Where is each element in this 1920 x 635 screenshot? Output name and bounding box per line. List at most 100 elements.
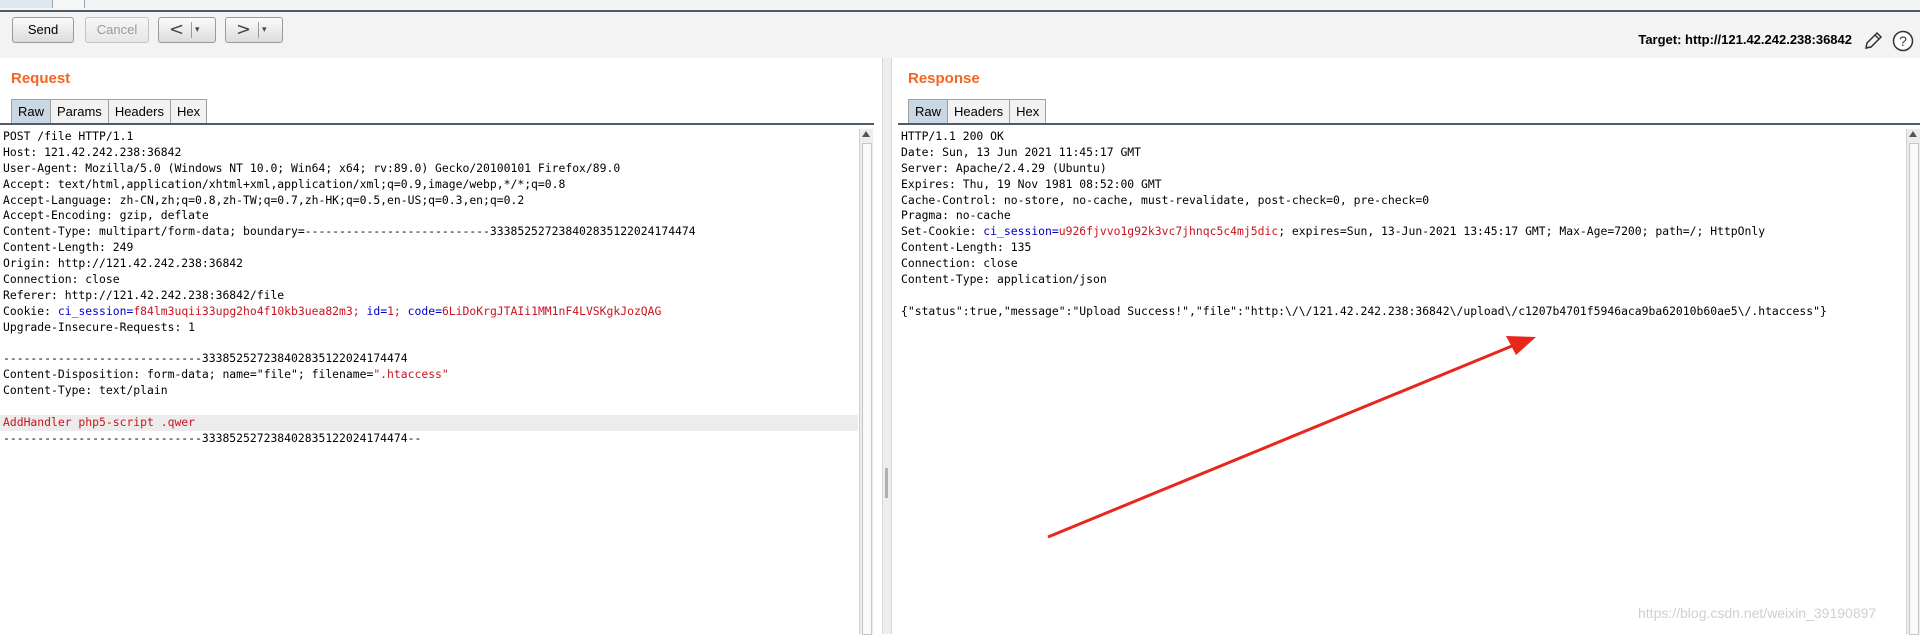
response-scrollbar[interactable] bbox=[1906, 129, 1920, 635]
response-line: Set-Cookie: ci_session=u926fjvvo1g92k3vc… bbox=[898, 224, 1906, 240]
request-line: POST /file HTTP/1.1 bbox=[0, 129, 858, 145]
request-line: Content-Type: multipart/form-data; bound… bbox=[0, 224, 858, 240]
request-line: -----------------------------33385252723… bbox=[0, 431, 858, 447]
code-token: Content-Type: multipart/form-data; bound… bbox=[3, 224, 696, 239]
toolbar bbox=[0, 12, 1920, 58]
request-tab-params[interactable]: Params bbox=[50, 99, 109, 123]
code-token: -----------------------------33385252723… bbox=[3, 351, 408, 366]
top-tab[interactable] bbox=[54, 0, 85, 8]
code-token: Content-Type: application/json bbox=[901, 272, 1107, 287]
request-tab-hex[interactable]: Hex bbox=[169, 99, 208, 123]
scroll-up-icon[interactable] bbox=[1909, 131, 1917, 137]
code-token: User-Agent: Mozilla/5.0 (Windows NT 10.0… bbox=[3, 160, 621, 175]
response-editor[interactable]: HTTP/1.1 200 OK Date: Sun, 13 Jun 2021 11… bbox=[898, 129, 1906, 634]
response-tab-underline bbox=[898, 123, 1920, 125]
response-line: Cache-Control: no-store, no-cache, must-… bbox=[898, 193, 1906, 209]
code-token: Content-Type: text/plain bbox=[3, 383, 168, 398]
code-token: 1 bbox=[387, 303, 394, 318]
request-line: Content-Length: 249 bbox=[0, 240, 858, 256]
request-line: AddHandler php5-script .qwer bbox=[0, 415, 858, 431]
code-token: ; bbox=[393, 303, 408, 318]
code-token: 6LiDoKrgJTAIi1MM1nF4LVSKgkJozQAG bbox=[441, 303, 662, 318]
code-token: Origin: http://121.42.242.238:36842 bbox=[3, 256, 244, 271]
code-token: AddHandler php5-script .qwer bbox=[3, 415, 196, 430]
request-tab-raw[interactable]: Raw bbox=[11, 99, 52, 123]
code-token: Pragma: no-cache bbox=[901, 208, 1011, 223]
request-line: Content-Disposition: form-data; name="fi… bbox=[0, 367, 858, 383]
code-token: ; expires=Sun, 13-Jun-2021 13:45:17 GMT;… bbox=[1278, 224, 1766, 239]
code-token: Cookie: bbox=[3, 303, 58, 318]
divider-grip[interactable] bbox=[885, 468, 888, 498]
response-line: Expires: Thu, 19 Nov 1981 08:52:00 GMT bbox=[898, 177, 1906, 193]
code-token: Server: Apache/2.4.29 (Ubuntu) bbox=[901, 160, 1107, 175]
forward-button[interactable]: > ▾ bbox=[225, 17, 283, 43]
chevron-down-icon[interactable]: ▾ bbox=[195, 22, 200, 38]
response-line: Pragma: no-cache bbox=[898, 208, 1906, 224]
response-line: Server: Apache/2.4.29 (Ubuntu) bbox=[898, 161, 1906, 177]
top-tab-active[interactable] bbox=[0, 0, 53, 8]
code-token: code bbox=[407, 303, 436, 318]
back-arrow-icon: < bbox=[169, 19, 185, 40]
request-line: Accept: text/html,application/xhtml+xml,… bbox=[0, 177, 858, 193]
code-token: Content-Length: 135 bbox=[901, 240, 1032, 255]
code-token: = bbox=[435, 303, 442, 318]
scroll-thumb[interactable] bbox=[862, 143, 872, 635]
scroll-thumb[interactable] bbox=[1909, 143, 1919, 635]
code-token: Accept: text/html,application/xhtml+xml,… bbox=[3, 176, 566, 191]
request-line: Accept-Language: zh-CN,zh;q=0.8,zh-TW;q=… bbox=[0, 193, 858, 209]
help-glyph: ? bbox=[1899, 33, 1907, 49]
help-icon[interactable]: ? bbox=[1892, 30, 1914, 52]
request-line: Referer: http://121.42.242.238:36842/fil… bbox=[0, 288, 858, 304]
send-button[interactable]: Send bbox=[12, 17, 74, 43]
code-token: id bbox=[366, 303, 381, 318]
top-tab-strip bbox=[0, 0, 1920, 12]
response-line: Date: Sun, 13 Jun 2021 11:45:17 GMT bbox=[898, 145, 1906, 161]
code-token: Set-Cookie: bbox=[901, 224, 984, 239]
scroll-up-icon[interactable] bbox=[862, 131, 870, 137]
code-token: {"status":true,"message":"Upload Success… bbox=[901, 303, 1827, 318]
request-tab-underline bbox=[0, 123, 874, 125]
code-token: Referer: http://121.42.242.238:36842/fil… bbox=[3, 287, 285, 302]
chevron-down-icon[interactable]: ▾ bbox=[262, 22, 267, 38]
code-token: = bbox=[1051, 224, 1059, 239]
pencil-icon[interactable] bbox=[1862, 30, 1884, 52]
code-token: Content-Length: 249 bbox=[3, 240, 134, 255]
code-token: Upgrade-Insecure-Requests: 1 bbox=[3, 319, 196, 334]
response-line: Connection: close bbox=[898, 256, 1906, 272]
request-line: Accept-Encoding: gzip, deflate bbox=[0, 208, 858, 224]
forward-arrow-icon: > bbox=[236, 19, 252, 40]
request-line: User-Agent: Mozilla/5.0 (Windows NT 10.0… bbox=[0, 161, 858, 177]
request-line: -----------------------------33385252723… bbox=[0, 351, 858, 367]
code-token: HTTP/1.1 200 OK bbox=[901, 129, 1004, 143]
response-tabs: Raw Headers Hex bbox=[908, 99, 1047, 123]
code-token: ; bbox=[352, 303, 367, 318]
request-tabs: Raw Params Headers Hex bbox=[11, 99, 208, 123]
code-token: POST /file HTTP/1.1 bbox=[3, 129, 134, 143]
response-tab-headers[interactable]: Headers bbox=[947, 99, 1011, 123]
request-editor[interactable]: POST /file HTTP/1.1 Host: 121.42.242.238:… bbox=[0, 129, 858, 634]
request-tab-headers[interactable]: Headers bbox=[107, 99, 171, 123]
code-token: Accept-Language: zh-CN,zh;q=0.8,zh-TW;q=… bbox=[3, 192, 525, 207]
pane-divider[interactable] bbox=[882, 58, 892, 634]
request-line: Connection: close bbox=[0, 272, 858, 288]
request-title: Request bbox=[11, 70, 71, 87]
target-label: Target: http://121.42.242.238:36842 bbox=[1638, 32, 1852, 47]
response-tab-raw[interactable]: Raw bbox=[908, 99, 949, 123]
code-token: Date: Sun, 13 Jun 2021 11:45:17 GMT bbox=[901, 144, 1142, 159]
response-tab-hex[interactable]: Hex bbox=[1009, 99, 1047, 123]
back-button[interactable]: < ▾ bbox=[158, 17, 216, 43]
button-separator bbox=[258, 22, 259, 38]
code-token: Content-Disposition: form-data; name="fi… bbox=[3, 367, 374, 382]
response-line: HTTP/1.1 200 OK bbox=[898, 129, 1906, 145]
code-token: ci_session bbox=[57, 303, 127, 318]
button-separator bbox=[191, 22, 192, 38]
code-token: Connection: close bbox=[3, 272, 120, 287]
code-token: u926fjvvo1g92k3vc7jhnqc5c4mj5dic bbox=[1058, 224, 1279, 239]
request-line: Content-Type: text/plain bbox=[0, 383, 858, 399]
code-token: Connection: close bbox=[901, 256, 1018, 271]
request-scrollbar[interactable] bbox=[859, 129, 873, 635]
code-token: ci_session bbox=[983, 224, 1052, 239]
code-token: Host: 121.42.242.238:36842 bbox=[3, 144, 182, 159]
request-line bbox=[0, 336, 858, 352]
cancel-button[interactable]: Cancel bbox=[85, 17, 149, 43]
